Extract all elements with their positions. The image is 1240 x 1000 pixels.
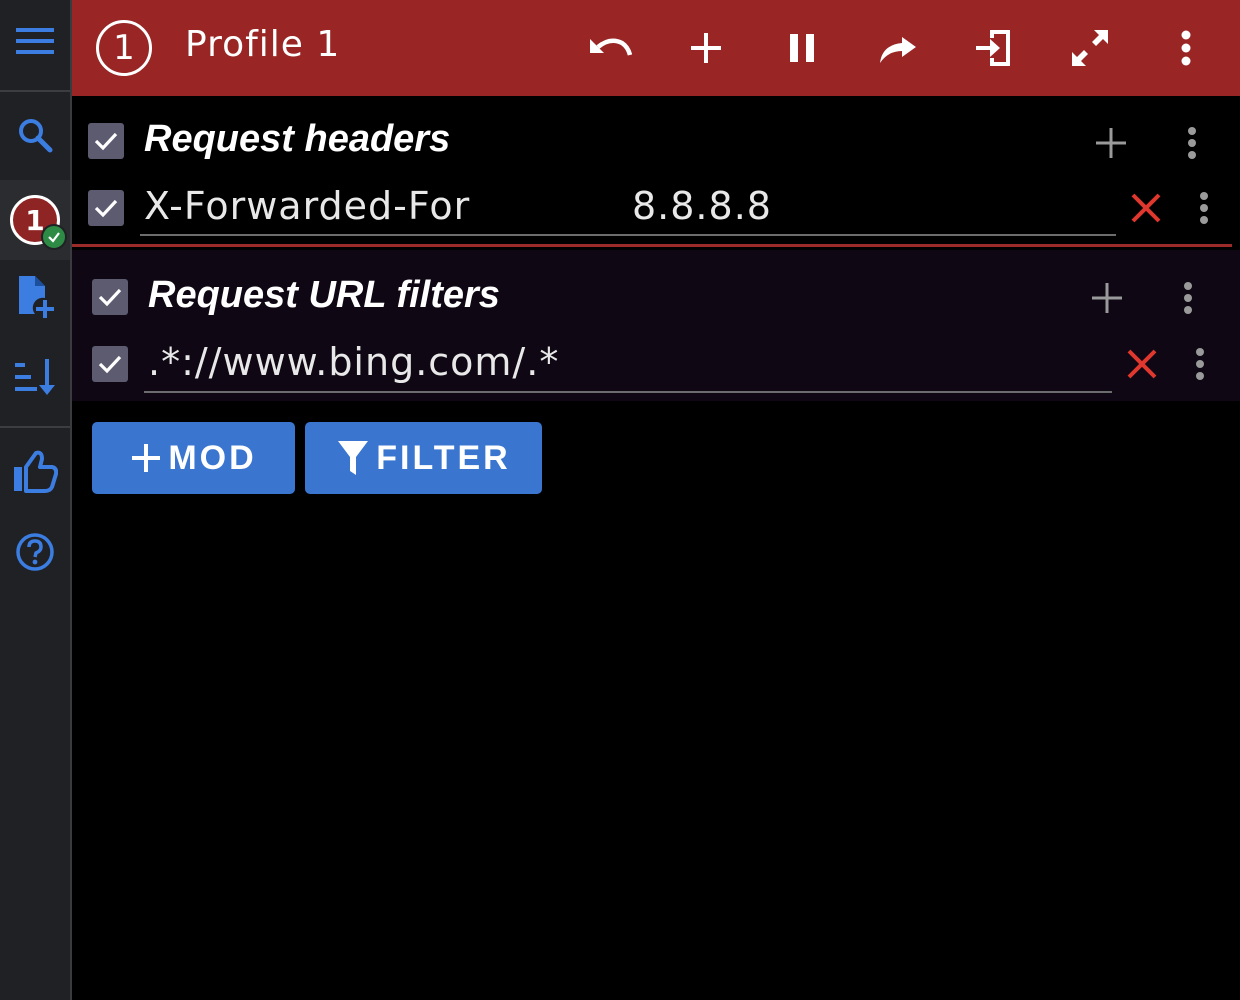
section-more-icon[interactable]	[1174, 122, 1210, 164]
url-pattern-input[interactable]: .*://www.bing.com/.*	[148, 340, 559, 384]
add-header-icon[interactable]	[1090, 122, 1132, 164]
thumb-up-icon[interactable]	[0, 446, 70, 496]
menu-icon[interactable]	[0, 16, 70, 66]
profile-badge: 1	[10, 195, 67, 250]
undo-icon[interactable]	[586, 24, 634, 72]
new-file-icon[interactable]	[0, 272, 70, 322]
request-url-filters-section: Request URL filters .*://www.bing.com/.*	[72, 250, 1240, 401]
filter-icon	[338, 441, 369, 475]
sort-icon[interactable]	[0, 352, 70, 402]
add-filter-button[interactable]: FILTER	[305, 422, 542, 494]
filter-field-underline	[144, 391, 1112, 393]
profile-number: 1	[113, 28, 135, 68]
more-vert-icon[interactable]	[1162, 24, 1210, 72]
pause-icon[interactable]	[778, 24, 826, 72]
fullscreen-icon[interactable]	[1066, 24, 1114, 72]
sidebar: 1	[0, 0, 72, 1000]
add-icon[interactable]	[682, 24, 730, 72]
plus-icon	[132, 444, 161, 472]
profile-title[interactable]: Profile 1	[185, 24, 340, 65]
filter-row-more-icon[interactable]	[1182, 344, 1218, 384]
request-headers-section: Request headers X-Forwarded-For 8.8.8.8	[72, 96, 1240, 246]
url-filters-checkbox[interactable]	[92, 279, 128, 315]
header-value-input[interactable]: 8.8.8.8	[632, 184, 772, 228]
sidebar-profile-button[interactable]: 1	[0, 192, 70, 250]
delete-header-icon[interactable]	[1126, 188, 1166, 228]
header-field-underline	[140, 234, 1116, 236]
search-icon[interactable]	[0, 110, 70, 160]
sidebar-divider	[0, 426, 70, 428]
add-mod-label: MOD	[168, 438, 257, 477]
profile-number-badge[interactable]: 1	[96, 20, 152, 76]
sidebar-divider	[0, 90, 70, 92]
filter-row-checkbox[interactable]	[92, 346, 128, 382]
add-filter-icon[interactable]	[1086, 277, 1128, 319]
request-headers-checkbox[interactable]	[88, 123, 124, 159]
profile-header: 1 Profile 1	[72, 0, 1240, 96]
import-icon[interactable]	[970, 24, 1018, 72]
section-divider	[72, 244, 1232, 247]
redo-icon[interactable]	[874, 24, 922, 72]
help-icon[interactable]	[0, 527, 70, 577]
header-row-more-icon[interactable]	[1186, 188, 1222, 228]
add-mod-button[interactable]: MOD	[92, 422, 295, 494]
header-name-input[interactable]: X-Forwarded-For	[144, 184, 470, 228]
section-more-icon[interactable]	[1170, 277, 1206, 319]
delete-filter-icon[interactable]	[1122, 344, 1162, 384]
add-filter-label: FILTER	[376, 438, 511, 477]
header-row-checkbox[interactable]	[88, 190, 124, 226]
active-check-icon	[41, 224, 67, 250]
request-headers-title: Request headers	[144, 118, 451, 160]
url-filters-title: Request URL filters	[148, 274, 500, 316]
